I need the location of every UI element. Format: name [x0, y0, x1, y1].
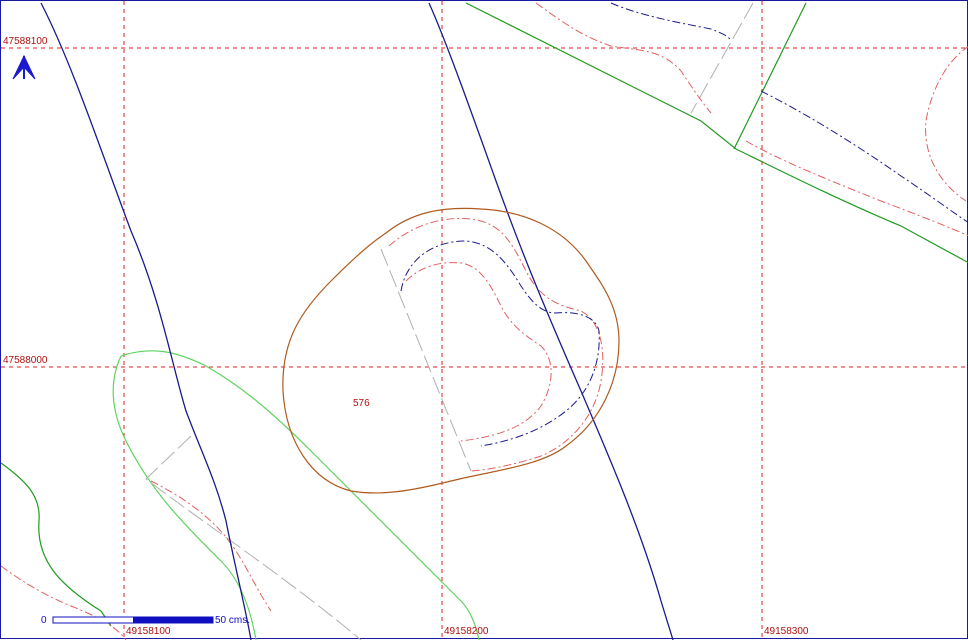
contour-bottom-a — [150, 480, 272, 612]
blue-contours — [400, 2, 968, 447]
scale-start-label: 0 — [41, 615, 47, 626]
scale-bar-filled-segment — [133, 617, 213, 623]
north-arrow-icon — [12, 54, 36, 80]
boundary-line-diagonal — [733, 2, 807, 150]
map-drawing: 576 47588100 47588000 49158100 49158200 … — [1, 1, 968, 640]
boundary-lines — [1, 2, 968, 640]
parcel-boundary[interactable] — [282, 207, 620, 494]
road-line-center — [428, 2, 674, 640]
boundary-line-lower-left — [1, 462, 112, 627]
gray-dash-top-right — [690, 2, 754, 114]
coordinate-grid — [1, 1, 968, 640]
northing-label-1: 47588100 — [3, 36, 48, 47]
scale-bar: 0 50 cms. — [41, 615, 250, 626]
parcel-label: 576 — [353, 398, 370, 409]
map-canvas[interactable]: 576 47588100 47588000 49158100 49158200 … — [0, 0, 968, 640]
scale-end-label: 50 cms. — [215, 615, 250, 626]
blue-contour-top — [610, 2, 732, 42]
red-contours — [1, 2, 968, 640]
contour-right-a — [745, 140, 968, 237]
easting-label-2: 49158200 — [444, 626, 489, 637]
easting-label-3: 49158300 — [764, 626, 809, 637]
gray-dashed-lines — [145, 2, 754, 640]
easting-label-1: 49158100 — [126, 626, 171, 637]
road-line-left — [40, 2, 252, 640]
contour-top-right-a — [535, 2, 712, 114]
parcel-contour-inner — [405, 262, 552, 442]
gray-dash-center — [380, 248, 472, 472]
gray-dash-bottom — [145, 435, 362, 640]
main-lines — [40, 2, 674, 640]
parcel-contour-outer — [388, 217, 604, 472]
blue-contour-right — [760, 90, 968, 223]
light-green-line-upper — [120, 350, 480, 640]
contour-right-b — [925, 46, 968, 202]
contour-bottom-left — [1, 565, 127, 640]
northing-label-2: 47588000 — [3, 355, 48, 366]
light-green-line-lower — [112, 355, 257, 640]
parcel-contour-blue — [400, 240, 600, 447]
